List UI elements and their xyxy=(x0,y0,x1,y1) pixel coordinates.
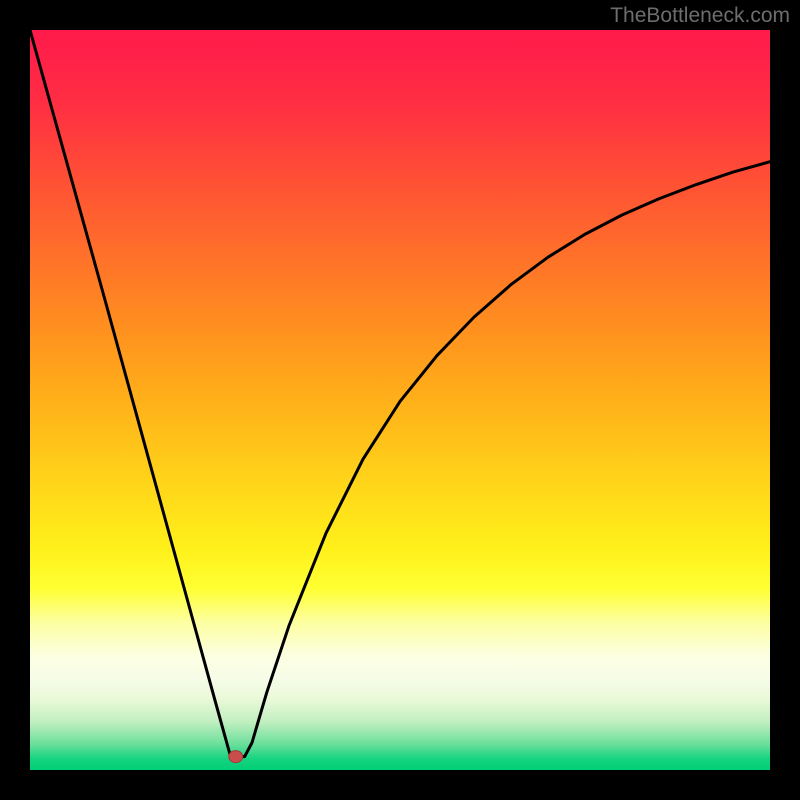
min-marker xyxy=(229,751,243,763)
bottleneck-curve xyxy=(30,30,770,757)
chart-frame: TheBottleneck.com xyxy=(0,0,800,800)
curve-layer xyxy=(30,30,770,770)
watermark-text: TheBottleneck.com xyxy=(610,4,790,28)
plot-area xyxy=(30,30,770,770)
